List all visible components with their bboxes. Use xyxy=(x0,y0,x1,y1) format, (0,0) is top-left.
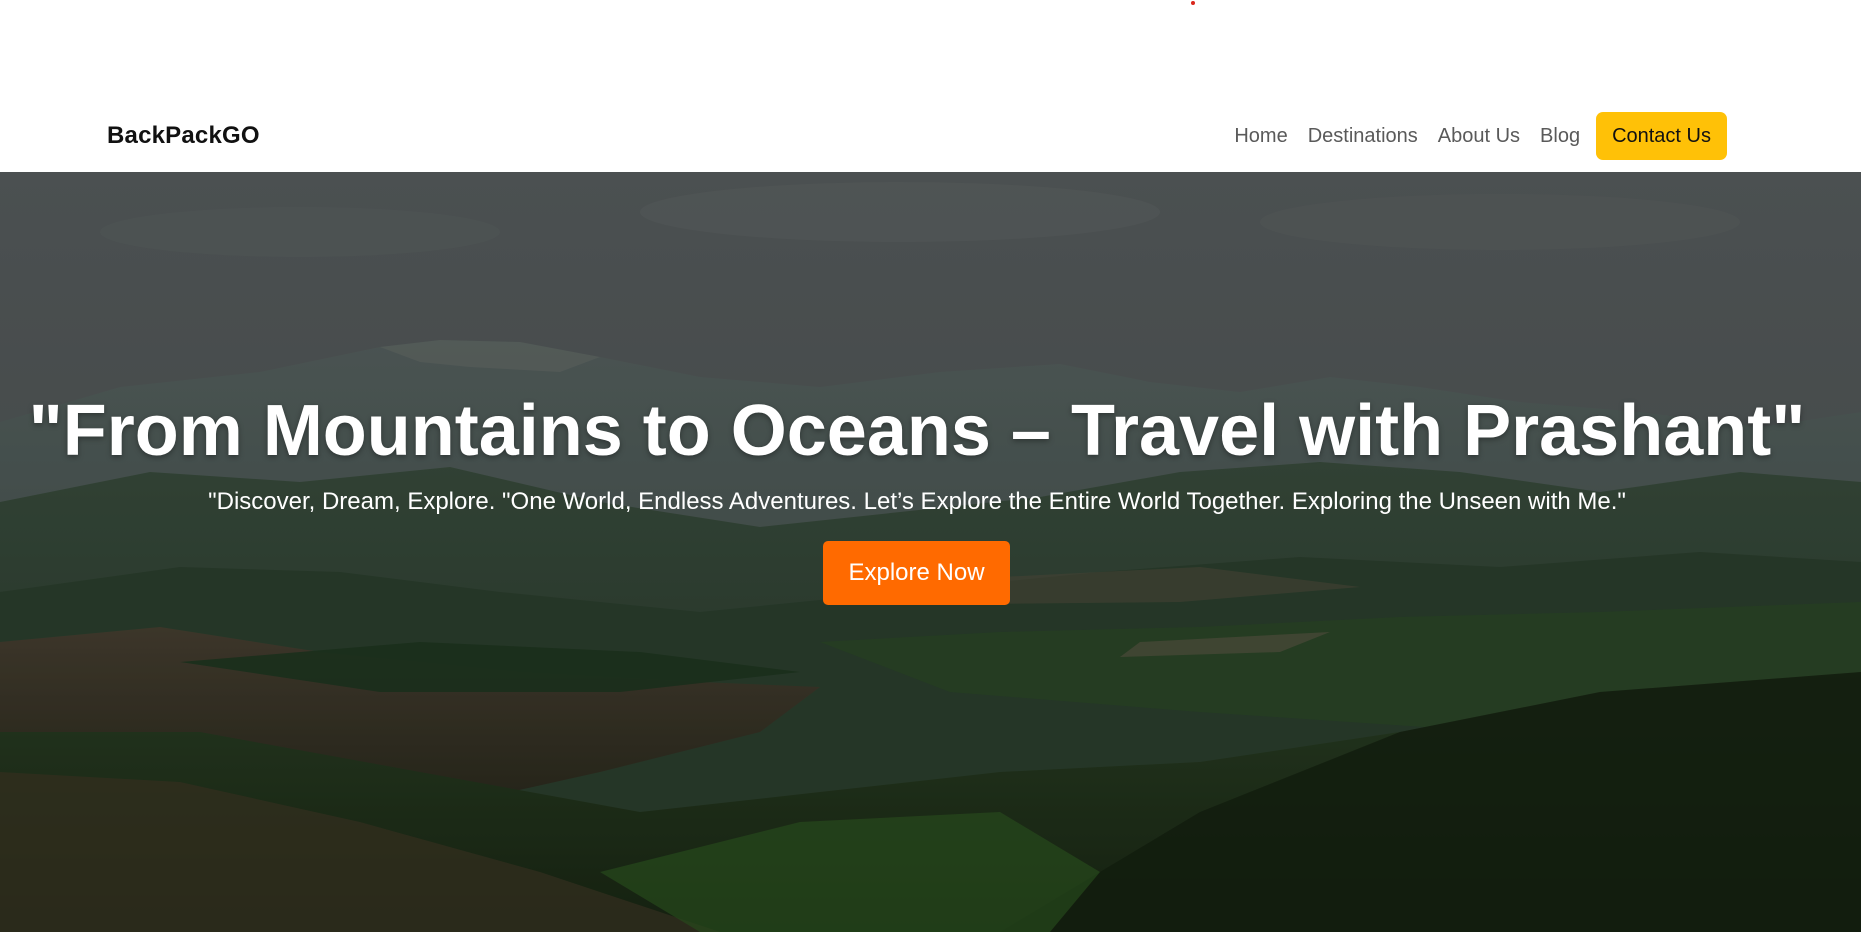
nav-links: Home Destinations About Us Blog Contact … xyxy=(1224,112,1727,160)
nav-link-about[interactable]: About Us xyxy=(1428,112,1530,160)
explore-now-button[interactable]: Explore Now xyxy=(823,541,1010,605)
page: BackPackGO Home Destinations About Us Bl… xyxy=(0,0,1861,933)
hero-content: "From Mountains to Oceans – Travel with … xyxy=(0,172,1861,932)
navbar: BackPackGO Home Destinations About Us Bl… xyxy=(0,100,1861,172)
contact-button[interactable]: Contact Us xyxy=(1596,112,1727,160)
hero-subtitle: "Discover, Dream, Explore. "One World, E… xyxy=(208,488,1626,515)
red-dot xyxy=(1191,1,1195,5)
nav-link-blog[interactable]: Blog xyxy=(1530,112,1590,160)
hero-section: "From Mountains to Oceans – Travel with … xyxy=(0,172,1861,932)
nav-link-home[interactable]: Home xyxy=(1224,112,1297,160)
brand-logo[interactable]: BackPackGO xyxy=(107,122,260,150)
hero-title: "From Mountains to Oceans – Travel with … xyxy=(28,391,1806,471)
nav-link-destinations[interactable]: Destinations xyxy=(1298,112,1428,160)
